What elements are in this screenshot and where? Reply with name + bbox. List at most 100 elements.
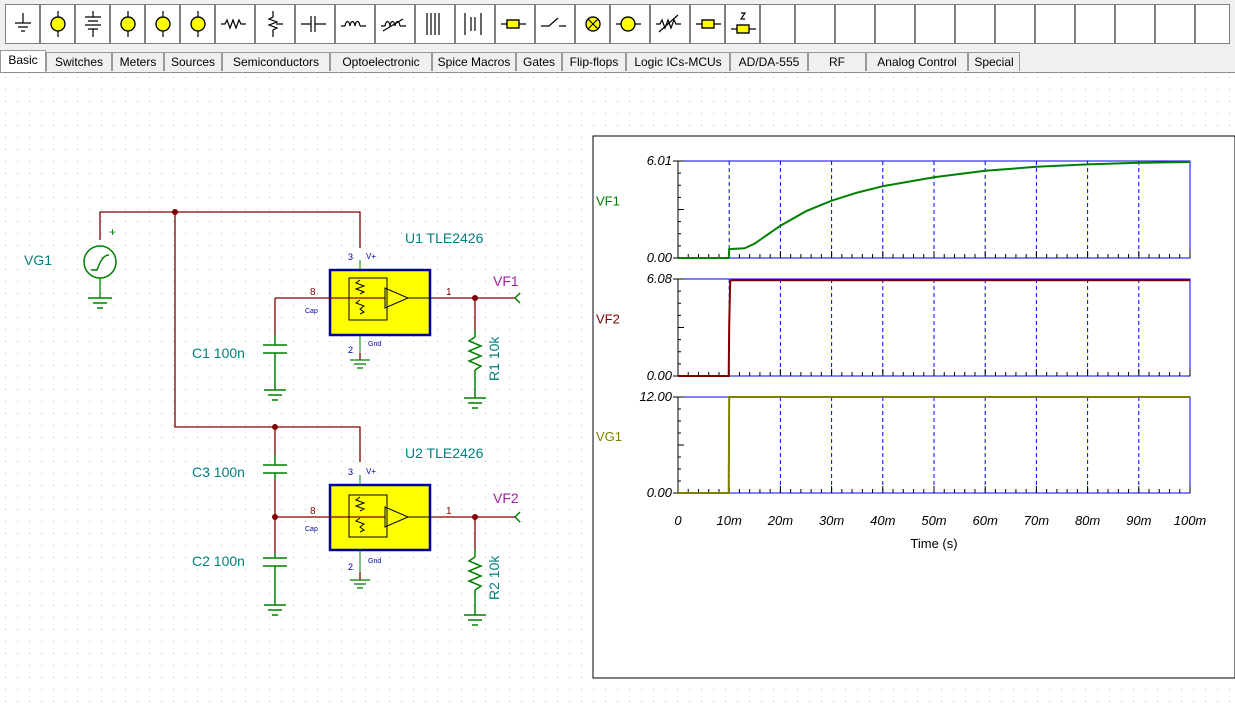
series-label-vf2: VF2 — [596, 312, 620, 327]
voltage-source-icon — [50, 11, 66, 37]
empty-toolbar-slot[interactable] — [1195, 4, 1230, 44]
empty-toolbar-slot[interactable] — [1155, 4, 1195, 44]
inductor-icon — [341, 20, 366, 27]
u2-pin3: 3 — [348, 467, 353, 477]
empty-toolbar-slot[interactable] — [955, 4, 995, 44]
u2-pin2: 2 — [348, 562, 353, 572]
potentiometer-icon — [267, 11, 283, 37]
tab-semiconductors[interactable]: Semiconductors — [222, 52, 330, 71]
switch-icon — [541, 17, 566, 27]
voltage-source-icon-button[interactable] — [40, 4, 75, 44]
vg1-plus: + — [109, 225, 116, 239]
crystal-icon-button[interactable] — [690, 4, 725, 44]
empty-toolbar-slot[interactable] — [835, 4, 875, 44]
ammeter-icon — [190, 11, 206, 37]
u1-pin1: 1 — [446, 287, 452, 298]
motor-icon — [616, 16, 641, 32]
tab-optoelectronic[interactable]: Optoelectronic — [330, 52, 432, 71]
capacitor-icon — [301, 16, 326, 32]
switch-icon-button[interactable] — [535, 4, 575, 44]
ymax-label-vf1: 6.01 — [647, 153, 672, 168]
voltmeter-icon-button[interactable] — [110, 4, 145, 44]
potentiometer-icon-button[interactable] — [255, 4, 295, 44]
ground-icon — [15, 13, 31, 32]
tab-gates[interactable]: Gates — [516, 52, 562, 71]
ymin-label-vf2: 0.00 — [647, 368, 673, 383]
empty-toolbar-slot[interactable] — [1075, 4, 1115, 44]
x-tick-label: 70m — [1024, 513, 1049, 528]
u1-vplus: V+ — [366, 252, 376, 261]
series-label-vg1: VG1 — [596, 429, 622, 444]
resistor-icon — [221, 18, 246, 30]
u2-pin1: 1 — [446, 506, 452, 517]
tab-special[interactable]: Special — [968, 52, 1020, 71]
u1-pin3: 3 — [348, 252, 353, 262]
tab-flip-flops[interactable]: Flip-flops — [562, 52, 626, 71]
inductor-icon-button[interactable] — [335, 4, 375, 44]
fuse-icon-button[interactable] — [495, 4, 535, 44]
tab-rf[interactable]: RF — [808, 52, 866, 71]
empty-toolbar-slot[interactable] — [995, 4, 1035, 44]
x-tick-label: 10m — [717, 513, 742, 528]
empty-toolbar-slot[interactable] — [795, 4, 835, 44]
empty-toolbar-slot[interactable] — [875, 4, 915, 44]
tab-meters[interactable]: Meters — [112, 52, 164, 71]
u2-vplus: V+ — [366, 467, 376, 476]
vf1-label: VF1 — [493, 273, 519, 289]
crystal-icon — [696, 19, 721, 29]
ymax-label-vg1: 12.00 — [639, 389, 672, 404]
schematic-canvas[interactable]: + VG1 C1 100n C3 100n C2 100n 3 V+ 8 Cap… — [0, 73, 1235, 702]
component-tabs: Basic Switches Meters Sources Semiconductors… — [0, 50, 1235, 73]
fuse-icon — [501, 19, 526, 29]
u1-pin2: 2 — [348, 345, 353, 355]
u2-cap: Cap — [305, 526, 318, 533]
variable-inductor-icon-button[interactable] — [375, 4, 415, 44]
capacitor-icon-button[interactable] — [295, 4, 335, 44]
zener-icon-button[interactable] — [725, 4, 760, 44]
ground-icon-button[interactable] — [5, 4, 40, 44]
component-toolbar — [0, 0, 1235, 50]
diagram-window[interactable]: 6.01 0.00 VF1 6.08 0.00 VF2 12.00 0.00 VG1 0 10m 20… — [592, 135, 1235, 679]
transformer-icon — [426, 13, 440, 35]
x-tick-label: 40m — [870, 513, 895, 528]
variable-resistor-icon-button[interactable] — [650, 4, 690, 44]
coupled-inductor-icon — [464, 13, 482, 35]
tab-logic-ics-mcus[interactable]: Logic ICs-MCUs — [626, 52, 730, 71]
c1-label: C1 100n — [192, 345, 245, 361]
r2-label: R2 10k — [486, 555, 502, 600]
tab-ad-da-555[interactable]: AD/DA-555 — [730, 52, 808, 71]
zener-icon — [731, 12, 756, 34]
ymax-label-vf2: 6.08 — [647, 271, 673, 286]
motor-icon-button[interactable] — [610, 4, 650, 44]
c2-label: C2 100n — [192, 553, 245, 569]
u2-pin8: 8 — [310, 506, 316, 517]
vg1-label: VG1 — [24, 252, 52, 268]
c3-label: C3 100n — [192, 464, 245, 480]
coupled-inductor-icon-button[interactable] — [455, 4, 495, 44]
variable-inductor-icon — [381, 18, 406, 32]
battery-icon — [85, 11, 101, 37]
empty-toolbar-slot[interactable] — [915, 4, 955, 44]
tab-sources[interactable]: Sources — [164, 52, 222, 71]
empty-toolbar-slot[interactable] — [1115, 4, 1155, 44]
empty-toolbar-slot[interactable] — [1035, 4, 1075, 44]
tab-analog-control[interactable]: Analog Control — [866, 52, 968, 71]
transformer-icon-button[interactable] — [415, 4, 455, 44]
x-tick-label: 20m — [767, 513, 793, 528]
lamp-icon-button[interactable] — [575, 4, 610, 44]
x-axis-label: Time (s) — [910, 536, 957, 551]
u1-pin8: 8 — [310, 287, 316, 298]
resistor-icon-button[interactable] — [215, 4, 255, 44]
ammeter-icon-button[interactable] — [180, 4, 215, 44]
voltmeter-probe-icon-button[interactable] — [145, 4, 180, 44]
ymin-label-vg1: 0.00 — [647, 485, 673, 500]
empty-toolbar-slot[interactable] — [760, 4, 795, 44]
tab-spice-macros[interactable]: Spice Macros — [432, 52, 516, 71]
tab-basic[interactable]: Basic — [0, 50, 46, 72]
x-tick-label: 30m — [819, 513, 844, 528]
x-tick-label: 60m — [973, 513, 998, 528]
tab-switches[interactable]: Switches — [46, 52, 112, 71]
battery-icon-button[interactable] — [75, 4, 110, 44]
x-tick-label: 0 — [674, 513, 682, 528]
u1-gnd: Gnd — [368, 341, 381, 348]
